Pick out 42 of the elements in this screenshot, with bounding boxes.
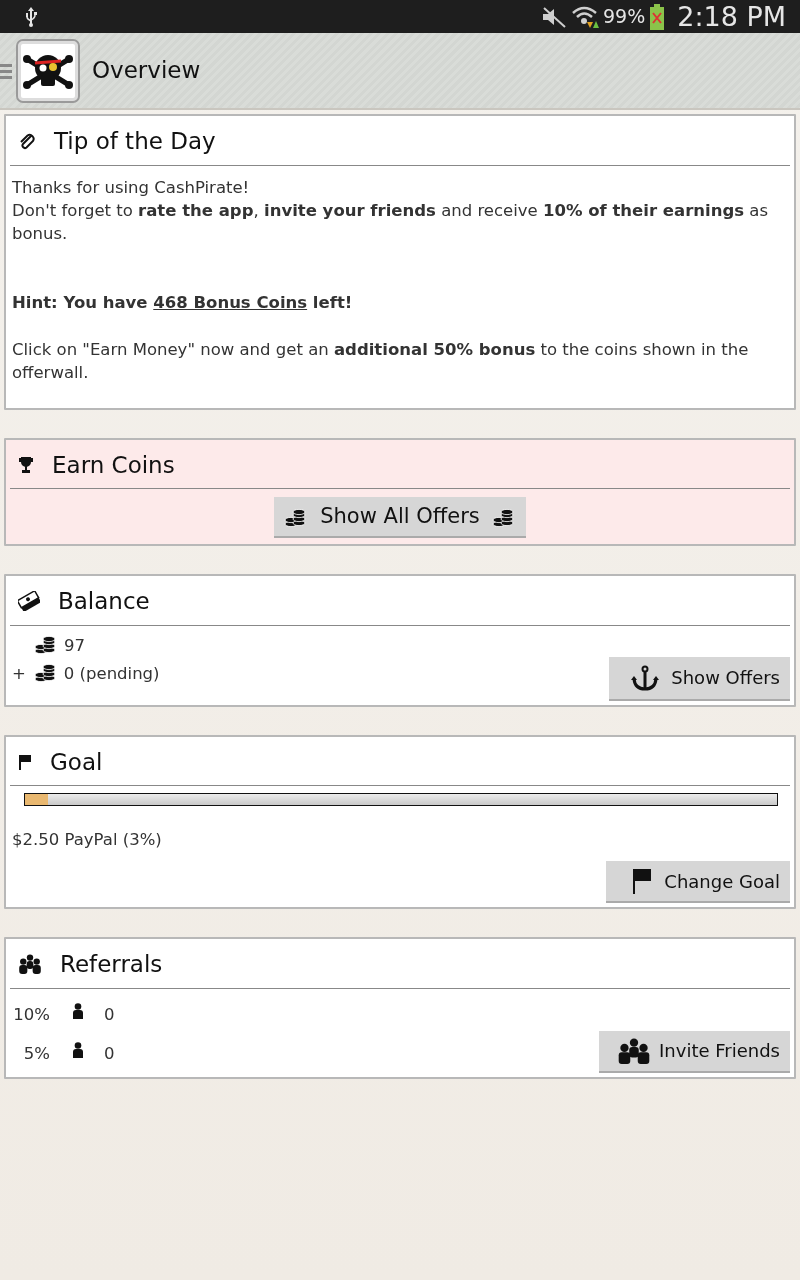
battery-percent: 99% xyxy=(602,4,646,30)
flag-icon xyxy=(18,753,32,770)
offer-hint-text: Click on "Earn Money" now and get an additional 50% bonus to the coins shown in the offerwall. xyxy=(12,338,750,384)
section-title: Earn Coins xyxy=(52,450,175,480)
usb-icon xyxy=(24,6,38,27)
section-title: Balance xyxy=(58,587,150,616)
section-title: Tip of the Day xyxy=(54,127,216,156)
mute-icon xyxy=(540,5,567,28)
plus-sign: + xyxy=(12,662,26,685)
person-icon xyxy=(72,1042,84,1058)
welcome-text: Thanks for using CashPirate! xyxy=(12,176,251,199)
battery-charging-icon xyxy=(649,3,666,30)
app-logo[interactable] xyxy=(16,38,80,103)
coins-icon xyxy=(491,506,516,527)
flag-icon xyxy=(632,868,653,894)
people-icon xyxy=(18,954,42,975)
tip-text: Don't forget to rate the app, invite your friends and receive 10% of their earnings as bonus. xyxy=(12,199,770,245)
paperclip-icon xyxy=(18,132,36,151)
money-stack-icon xyxy=(18,591,40,612)
referral-count: 0 xyxy=(104,1003,115,1026)
hint-text: Hint: You have 468 Bonus Coins left! xyxy=(12,291,354,314)
bonus-coins-link[interactable]: 468 Bonus Coins xyxy=(153,292,308,312)
pending-balance: 0 (pending) xyxy=(63,662,160,685)
change-goal-button[interactable]: Change Goal xyxy=(606,861,790,903)
trophy-icon xyxy=(18,455,34,474)
invite-friends-button[interactable]: Invite Friends xyxy=(599,1030,790,1073)
clock-time: 2:18 PM xyxy=(677,0,786,33)
coins-icon xyxy=(34,636,56,654)
referral-count: 0 xyxy=(104,1042,115,1065)
goal-label: $2.50 PayPal (3%) xyxy=(12,829,163,851)
person-icon xyxy=(72,1003,84,1019)
referral-percent: 10% xyxy=(12,1003,50,1026)
show-all-offers-button[interactable]: Show All Offers xyxy=(274,497,526,538)
referral-percent: 5% xyxy=(22,1042,50,1065)
coins-icon xyxy=(33,664,56,682)
section-title: Goal xyxy=(50,747,103,777)
people-icon xyxy=(617,1037,652,1064)
screen-title: Overview xyxy=(92,56,201,86)
section-title: Referrals xyxy=(60,950,163,979)
anchor-icon xyxy=(631,664,660,691)
show-offers-button[interactable]: Show Offers xyxy=(609,656,790,701)
coin-balance: 97 xyxy=(64,634,85,657)
